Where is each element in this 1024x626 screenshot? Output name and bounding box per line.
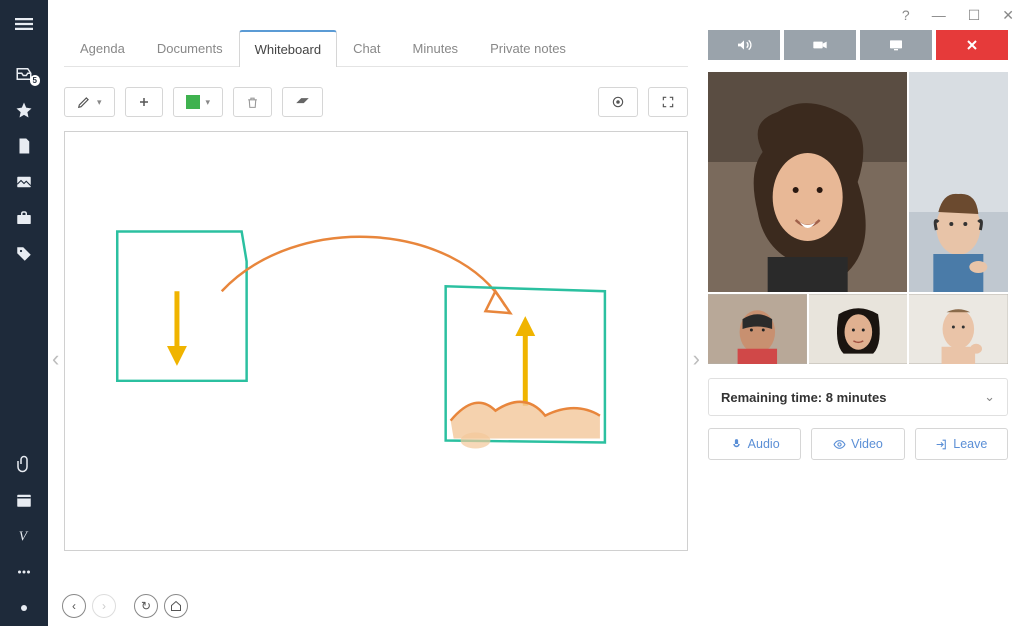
- rail-dot[interactable]: [0, 590, 48, 626]
- delete-tool[interactable]: [233, 87, 272, 117]
- maximize-icon[interactable]: ☐: [968, 7, 981, 24]
- video-participant-side[interactable]: [909, 72, 1008, 292]
- target-tool[interactable]: [598, 87, 638, 117]
- toggle-video-button[interactable]: [784, 30, 856, 60]
- video-grid: [708, 72, 1008, 364]
- close-window-icon[interactable]: ✕: [1002, 7, 1014, 24]
- rail-more[interactable]: [0, 554, 48, 590]
- audio-button[interactable]: Audio: [708, 428, 801, 460]
- nav-back[interactable]: ‹: [62, 594, 86, 618]
- pen-tool[interactable]: ▾: [64, 87, 115, 117]
- tab-chat[interactable]: Chat: [337, 30, 396, 67]
- next-slide[interactable]: ›: [693, 346, 700, 372]
- nav-forward[interactable]: ›: [92, 594, 116, 618]
- tab-minutes[interactable]: Minutes: [397, 30, 475, 67]
- rail-inbox[interactable]: 5: [0, 56, 48, 92]
- leave-button[interactable]: Leave: [915, 428, 1008, 460]
- fullscreen-tool[interactable]: [648, 87, 688, 117]
- remaining-time-toggle[interactable]: Remaining time: 8 minutes ⌄: [708, 378, 1008, 416]
- tab-private-notes[interactable]: Private notes: [474, 30, 582, 67]
- rail-calendar[interactable]: [0, 482, 48, 518]
- color-tool[interactable]: ▾: [173, 87, 224, 117]
- minimize-icon[interactable]: —: [932, 7, 946, 23]
- tab-whiteboard[interactable]: Whiteboard: [239, 30, 337, 67]
- end-call-button[interactable]: [936, 30, 1008, 60]
- mute-audio-button[interactable]: [708, 30, 780, 60]
- video-thumb-1[interactable]: [708, 294, 807, 364]
- video-thumb-2[interactable]: [809, 294, 908, 364]
- rail-tag[interactable]: [0, 236, 48, 272]
- remaining-time-text: Remaining time: 8 minutes: [721, 390, 886, 405]
- video-button[interactable]: Video: [811, 428, 904, 460]
- whiteboard-canvas[interactable]: [64, 131, 688, 551]
- rail-briefcase[interactable]: [0, 200, 48, 236]
- color-swatch: [186, 95, 200, 109]
- rail-attachment[interactable]: [0, 446, 48, 482]
- eraser-tool[interactable]: [282, 87, 323, 117]
- video-participant-main[interactable]: [708, 72, 907, 292]
- prev-slide[interactable]: ‹: [52, 346, 59, 372]
- nav-refresh[interactable]: ↻: [134, 594, 158, 618]
- tab-agenda[interactable]: Agenda: [64, 30, 141, 67]
- chevron-down-icon: ⌄: [984, 389, 995, 405]
- share-screen-button[interactable]: [860, 30, 932, 60]
- video-thumb-3[interactable]: [909, 294, 1008, 364]
- rail-document[interactable]: [0, 128, 48, 164]
- tab-documents[interactable]: Documents: [141, 30, 239, 67]
- svg-text:V: V: [19, 529, 29, 544]
- nav-home[interactable]: [164, 594, 188, 618]
- rail-image[interactable]: [0, 164, 48, 200]
- menu-icon[interactable]: [0, 6, 48, 42]
- tab-bar: Agenda Documents Whiteboard Chat Minutes…: [64, 30, 688, 67]
- help-icon[interactable]: ?: [902, 7, 910, 23]
- add-tool[interactable]: [125, 87, 163, 117]
- rail-star[interactable]: [0, 92, 48, 128]
- rail-inbox-count: 5: [30, 75, 40, 86]
- rail-v-icon[interactable]: V: [0, 518, 48, 554]
